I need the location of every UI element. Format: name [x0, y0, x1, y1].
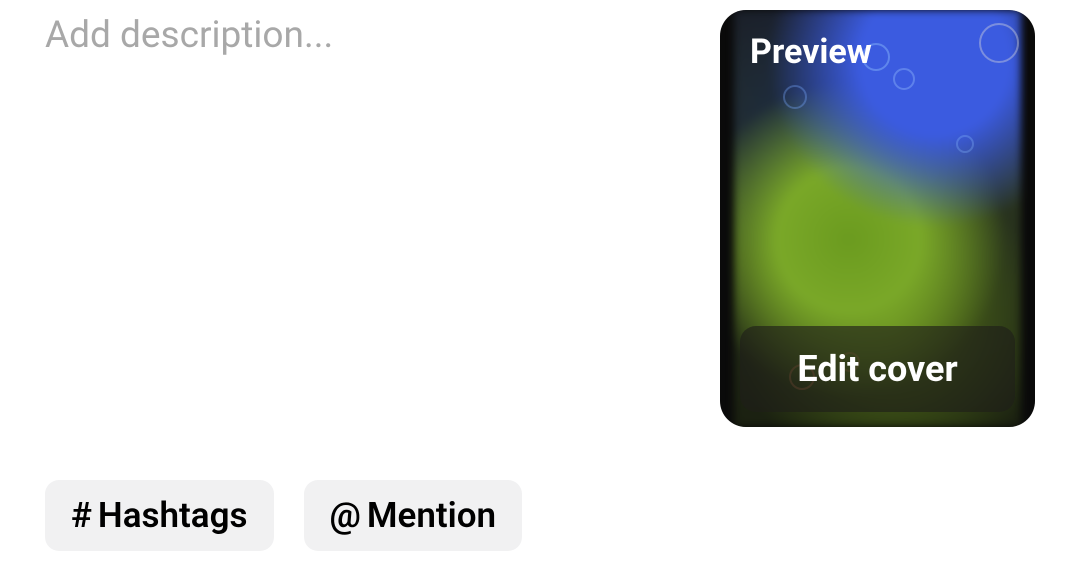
hash-icon: #: [71, 498, 92, 533]
description-input[interactable]: [45, 14, 665, 100]
video-preview-card[interactable]: Preview Edit cover: [720, 10, 1035, 427]
compose-buttons-row: # Hashtags @ Mention: [45, 480, 522, 551]
preview-label: Preview: [750, 32, 872, 72]
post-compose-screen: Preview Edit cover # Hashtags @ Mention: [0, 0, 1080, 576]
hashtags-button[interactable]: # Hashtags: [45, 480, 274, 551]
edit-cover-button[interactable]: Edit cover: [740, 326, 1015, 412]
mention-button[interactable]: @ Mention: [304, 480, 523, 551]
at-icon: @: [330, 498, 361, 533]
hashtags-button-label: Hashtags: [98, 498, 248, 533]
mention-button-label: Mention: [367, 498, 496, 533]
